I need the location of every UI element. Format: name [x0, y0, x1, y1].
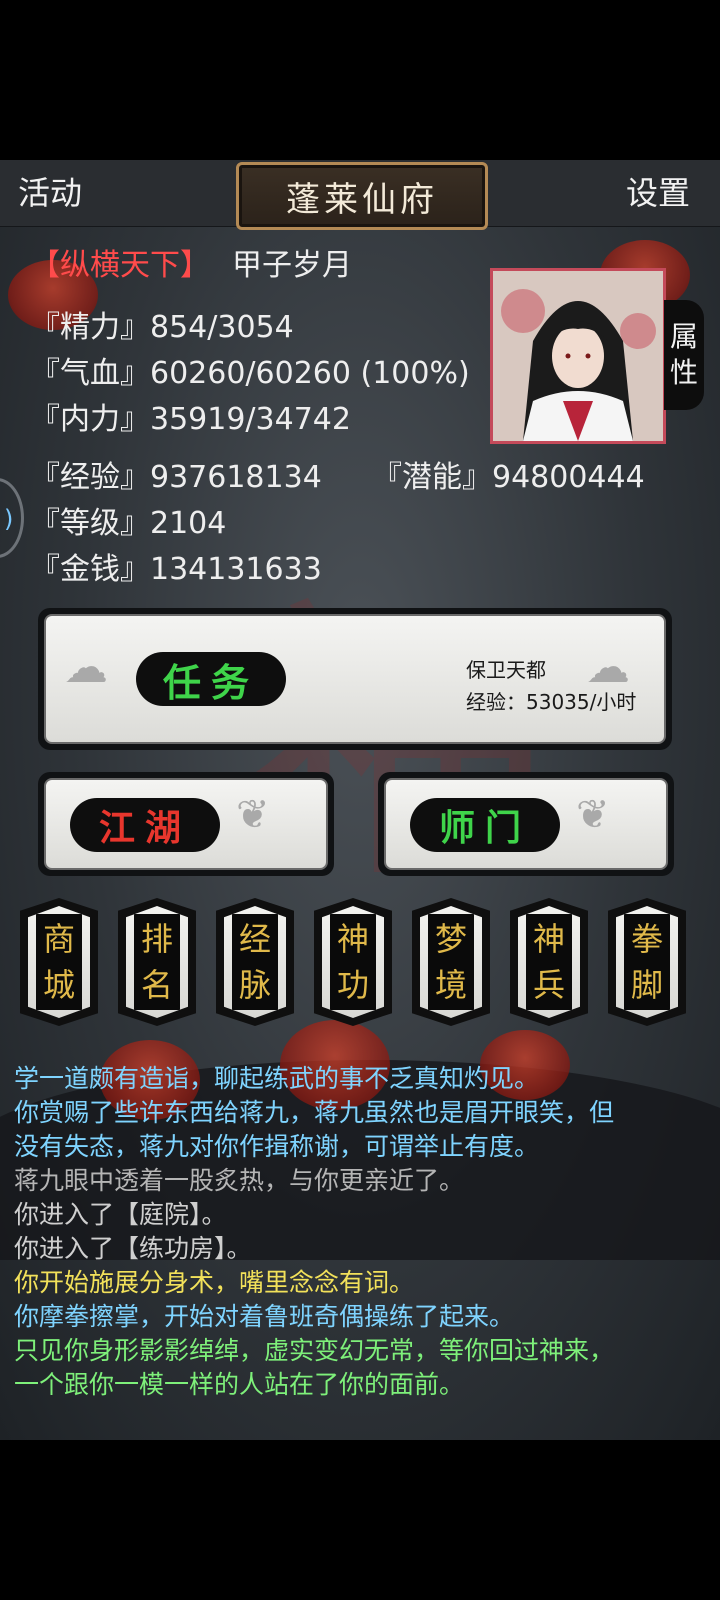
menu-tile-char: 拳: [630, 920, 663, 958]
task-exp-rate: 经验：53035/小时: [466, 690, 637, 714]
log-line: 一个跟你一模一样的人站在了你的面前。: [14, 1370, 465, 1399]
stat-money: 『金钱』134131633: [30, 552, 322, 587]
avatar[interactable]: [490, 268, 666, 444]
log-line: 你赏赐了些许东西给蒋九，蒋九虽然也是眉开眼笑，但: [14, 1098, 615, 1127]
message-log[interactable]: 学一道颇有造诣，聊起练武的事不乏真知灼见。 你赏赐了些许东西给蒋九，蒋九虽然也是…: [14, 1062, 714, 1402]
side-drawer-indicator: ): [4, 505, 14, 533]
swirl-ornament-icon: ❦: [236, 792, 270, 838]
log-line: 只见你身形影影绰绰，虚实变幻无常，等你回过神来，: [14, 1336, 615, 1365]
log-line: 没有失态，蒋九对你作揖称谢，可谓举止有度。: [14, 1132, 540, 1161]
stat-hp: 『气血』60260/60260 (100%): [30, 356, 470, 391]
menu-tile-divine-weapons[interactable]: 神兵: [510, 898, 588, 1026]
log-line: 你进入了【庭院】。: [14, 1200, 227, 1229]
log-line: 蒋九眼中透着一股炙热，与你更亲近了。: [14, 1166, 465, 1195]
attributes-tab-label-2: 性: [669, 356, 698, 389]
menu-tile-char: 商: [42, 920, 75, 958]
shimen-button[interactable]: 师门 ❦: [378, 772, 674, 876]
location-title: 蓬莱仙府: [286, 179, 438, 220]
shimen-scroll: 师门 ❦: [384, 778, 668, 870]
task-scroll: ☁ ☁ 任务 保卫天都 经验：53035/小时: [44, 614, 666, 744]
menu-tile-meridians[interactable]: 经脉: [216, 898, 294, 1026]
task-label-pill: 任务: [136, 652, 286, 706]
attributes-tab[interactable]: 属 性: [664, 300, 704, 410]
jianghu-label-pill: 江湖: [70, 798, 220, 852]
task-info: 保卫天都 经验：53035/小时: [466, 654, 636, 718]
menu-tile-ranking[interactable]: 排名: [118, 898, 196, 1026]
stat-experience: 『经验』937618134: [30, 460, 322, 495]
top-bar: 活动 蓬莱仙府 设置: [0, 160, 720, 230]
menu-tile-char: 城: [42, 966, 75, 1004]
location-title-plaque: 蓬莱仙府: [236, 162, 488, 230]
menu-tile-dreamland[interactable]: 梦境: [412, 898, 490, 1026]
settings-button[interactable]: 设置: [626, 168, 690, 214]
jianghu-scroll: 江湖 ❦: [44, 778, 328, 870]
log-line: 你进入了【练功房】。: [14, 1234, 252, 1263]
log-line: 学一道颇有造诣，聊起练武的事不乏真知灼见。: [14, 1064, 540, 1093]
task-name: 保卫天都: [466, 658, 546, 682]
activity-button[interactable]: 活动: [18, 168, 82, 214]
shimen-label: 师门: [438, 807, 531, 849]
avatar-image: [493, 271, 663, 441]
log-line: 你摩拳擦掌，开始对着鲁班奇偶操练了起来。: [14, 1302, 515, 1331]
menu-tile-char: 脚: [630, 966, 663, 1004]
shimen-label-pill: 师门: [410, 798, 560, 852]
menu-tile-char: 梦: [434, 920, 467, 958]
menu-tile-char: 名: [140, 966, 173, 1004]
attributes-tab-label-1: 属: [669, 320, 698, 353]
stat-level: 『等级』2104: [30, 506, 227, 541]
jianghu-label: 江湖: [98, 807, 191, 849]
menu-tile-fist-kick[interactable]: 拳脚: [608, 898, 686, 1026]
menu-tile-char: 功: [336, 966, 369, 1004]
menu-tile-shop[interactable]: 商城: [20, 898, 98, 1026]
menu-tile-char: 神: [336, 920, 369, 958]
swirl-ornament-icon: ❦: [576, 792, 610, 838]
menu-tile-divine-skills[interactable]: 神功: [314, 898, 392, 1026]
world-tag: 【纵横天下】: [30, 248, 210, 283]
era-label: 甲子岁月: [232, 248, 352, 283]
menu-tile-char: 神: [532, 920, 565, 958]
stat-potential: 『潜能』94800444: [372, 460, 645, 495]
menu-tile-char: 脉: [238, 966, 271, 1004]
stat-inner-power: 『内力』35919/34742: [30, 402, 351, 437]
jianghu-button[interactable]: 江湖 ❦: [38, 772, 334, 876]
task-button[interactable]: ☁ ☁ 任务 保卫天都 经验：53035/小时: [38, 608, 672, 750]
log-line: 你开始施展分身术，嘴里念念有词。: [14, 1268, 415, 1297]
menu-tile-char: 排: [140, 920, 173, 958]
cloud-ornament-icon: ☁: [64, 642, 108, 693]
menu-tile-char: 兵: [532, 966, 565, 1004]
stat-energy: 『精力』854/3054: [30, 310, 294, 345]
task-label: 任务: [162, 659, 259, 705]
menu-tile-char: 境: [434, 966, 467, 1004]
menu-tile-char: 经: [238, 920, 271, 958]
